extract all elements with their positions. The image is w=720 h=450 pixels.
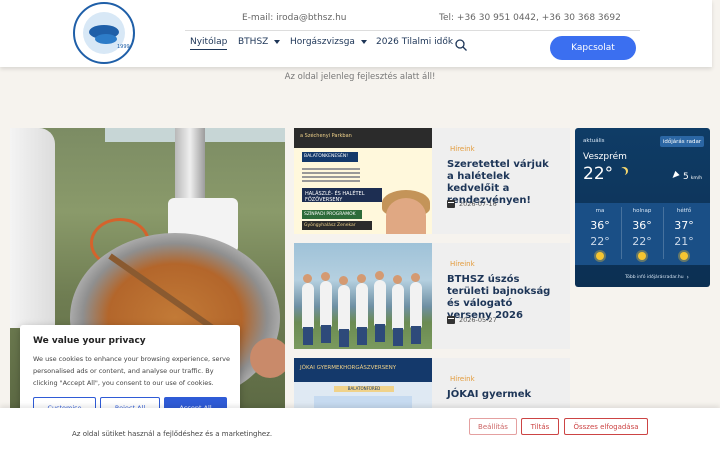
news-title[interactable]: JÓKAI gyermek [447,389,557,401]
forecast-low: 22° [590,235,610,248]
forecast-day-label: ma [595,208,605,214]
news-date-text: 2026-05-27 [459,316,497,324]
cookie-accept-all-button[interactable]: Összes elfogadása [564,418,648,435]
forecast-day-label: holnap [632,208,652,214]
chevron-down-icon [360,40,367,44]
thumb-text: BALATONFÜRED [334,386,394,392]
forecast-day: ma 36° 22° [579,203,621,260]
sun-icon [638,252,646,260]
header-divider [185,30,640,31]
fish-icon [95,34,117,44]
weather-city: Veszprém [583,152,627,162]
nav-item-label: Horgászvizsga [290,37,355,47]
weather-more-link[interactable]: Több infó időjárásradar.hu › [625,274,689,281]
wind-arrow-icon [670,170,680,181]
cookie-bar-text: Az oldal sütiket használ a fejlődéshez é… [72,430,273,438]
chevron-right-icon: › [686,274,689,281]
sun-icon [596,252,604,260]
contact-phone[interactable]: Tel: +36 30 951 0442, +36 30 368 3692 [439,13,621,23]
news-thumbnail[interactable] [294,243,432,349]
nav-item-label: 2026 Tilalmi idők [376,37,454,47]
news-card[interactable]: a Széchenyi Parkban BALATONKENESÉN! HALÁ… [294,128,570,234]
development-notice: Az oldal jelenleg fejlesztés alatt áll! [284,72,436,82]
news-title[interactable]: BTHSZ úszós területi bajnokság és váloga… [447,274,557,322]
kapcsolat-button[interactable]: Kapcsolat [550,36,636,60]
thumb-text: a Széchenyi Parkban [300,133,352,139]
site-logo[interactable]: 1999 [73,2,135,64]
forecast-day: holnap 36° 22° [621,203,663,260]
cookie-bar: Az oldal sütiket használ a fejlődéshez é… [0,408,720,450]
forecast-high: 36° [590,219,610,232]
thumb-text: BALATONKENESÉN! [302,152,358,162]
news-category[interactable]: Híreink [450,145,475,153]
cookie-deny-button[interactable]: Tiltás [521,418,559,435]
news-date-text: 2026-07-16 [459,200,497,208]
thumb-text: SZÍNPADI PROGRAMOK [302,210,362,219]
weather-more-text: Több infó időjárásradar.hu [625,275,684,280]
moon-icon [618,168,626,176]
news-date: 2026-07-16 [447,200,497,208]
calendar-icon [447,316,455,324]
nav-item-label: Nyitólap [190,37,228,47]
cookie-text: We use cookies to enhance your browsing … [33,355,230,387]
weather-temperature: 22° [583,164,614,184]
news-card[interactable]: Híreink BTHSZ úszós területi bajnokság é… [294,243,570,349]
sun-icon [680,252,688,260]
calendar-icon [447,200,455,208]
weather-forecast: ma 36° 22° holnap 36° 22° hétfő 37° 21° [575,203,710,265]
site-header: 1999 E-mail: iroda@bthsz.hu Tel: +36 30 … [0,0,712,67]
logo-year: 1999 [117,44,130,50]
news-category[interactable]: Híreink [450,260,475,268]
nav-item-tilalmi-idok[interactable]: 2026 Tilalmi idők [376,37,453,47]
forecast-day-label: hétfő [676,208,692,214]
cookie-settings-button[interactable]: Beállítás [469,418,517,435]
weather-wind: 5 km/h [670,170,703,182]
news-date: 2026-05-27 [447,316,497,324]
nav-item-nyitolap[interactable]: Nyitólap [190,37,228,50]
weather-radar-link[interactable]: időjárás radar [660,136,704,147]
nav-item-bthsz[interactable]: BTHSZ [238,37,281,47]
forecast-low: 21° [674,235,694,248]
nav-item-label: BTHSZ [238,37,269,47]
forecast-day: hétfő 37° 21° [663,203,705,260]
search-icon[interactable] [454,37,468,51]
chevron-down-icon [274,40,281,44]
nav-item-horgaszvizsga[interactable]: Horgászvizsga [290,37,367,47]
weather-widget[interactable]: aktuális időjárás radar Veszprém 22° 5 k… [575,128,710,287]
wind-speed: 5 [683,172,689,182]
cookie-title: We value your privacy [33,336,146,346]
forecast-low: 22° [632,235,652,248]
wind-unit: km/h [690,176,703,181]
thumb-text: Gyöngyhalász Zenekar [302,221,372,230]
news-thumbnail[interactable]: a Széchenyi Parkban BALATONKENESÉN! HALÁ… [294,128,432,234]
forecast-high: 36° [632,219,652,232]
news-category[interactable]: Híreink [450,375,475,383]
thumb-text: JÓKAI GYERMEKHORGÁSZVERSENY [300,365,397,371]
contact-email[interactable]: E-mail: iroda@bthsz.hu [242,13,346,23]
forecast-high: 37° [674,219,694,232]
thumb-text: HALÁSZLÉ- ÉS HALÉTEL FŐZŐVERSENY [302,188,382,203]
weather-current-label: aktuális [583,138,605,144]
